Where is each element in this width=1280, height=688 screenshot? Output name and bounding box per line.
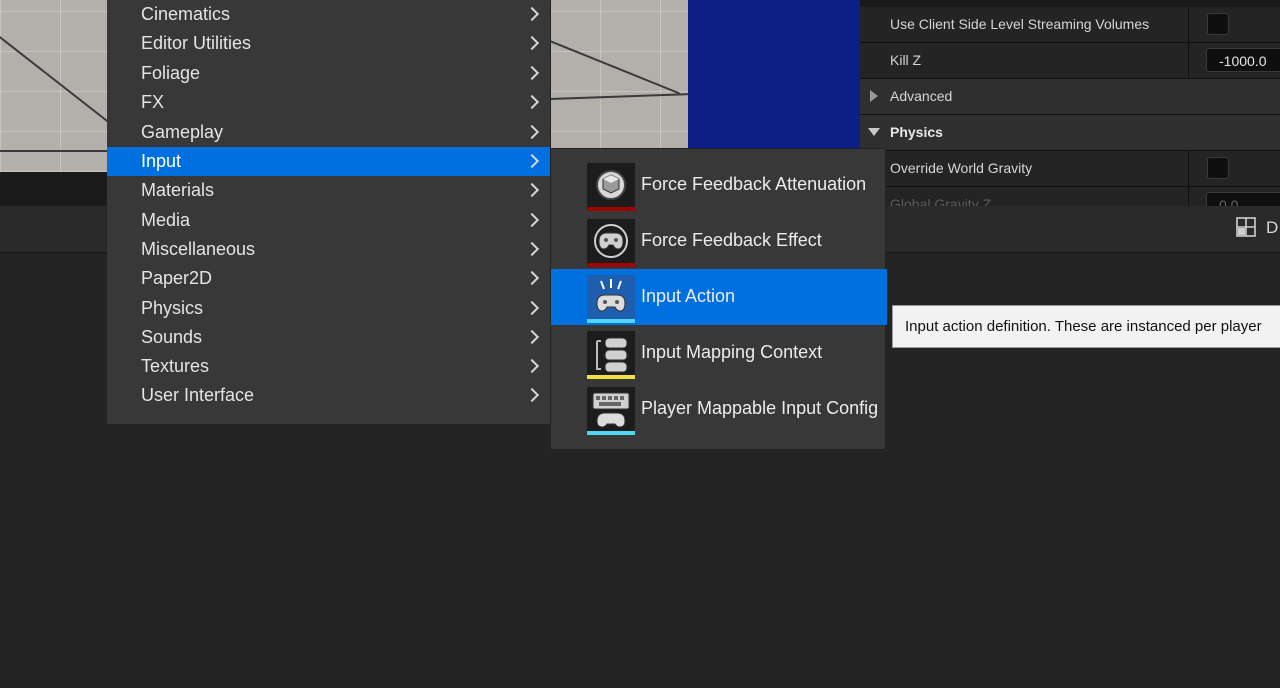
menu-item-label: Cinematics (141, 4, 231, 24)
submenu-item-label: Force Feedback Attenuation (641, 174, 867, 194)
chevron-right-icon (524, 270, 540, 286)
menu-item-label: Sounds (141, 327, 203, 347)
asset-type-color-bar (587, 207, 635, 211)
chevron-right-icon (524, 329, 540, 345)
viewport-edge-line (0, 150, 110, 152)
submenu-item-force-feedback-effect[interactable]: Force Feedback Effect (551, 213, 887, 269)
menu-item-editor-utilities[interactable]: Editor Utilities (107, 29, 550, 58)
menu-item-label: FX (141, 92, 165, 112)
menu-item-miscellaneous[interactable]: Miscellaneous (107, 235, 550, 264)
row-label: Global Gravity Z (890, 196, 992, 206)
input-submenu: Force Feedback Attenuation Force Feedbac… (550, 148, 887, 450)
menu-item-textures[interactable]: Textures (107, 352, 550, 381)
menu-item-input[interactable]: Input (107, 147, 550, 176)
gamepad-icon (587, 219, 635, 267)
menu-item-cinematics[interactable]: Cinematics (107, 0, 550, 29)
menu-item-foliage[interactable]: Foliage (107, 59, 550, 88)
submenu-item-force-feedback-attenuation[interactable]: Force Feedback Attenuation (551, 157, 887, 213)
column-divider[interactable] (1188, 43, 1189, 78)
row-label: Kill Z (890, 52, 922, 68)
collapse-arrow-icon[interactable] (868, 128, 880, 136)
chevron-right-icon (524, 212, 540, 228)
submenu-item-label: Force Feedback Effect (641, 230, 822, 250)
chevron-right-icon (524, 65, 540, 81)
chevron-right-icon (524, 153, 540, 169)
menu-item-label: Media (141, 210, 191, 230)
details-row-kill-z: Kill Z -1000.0 (860, 43, 1280, 79)
asset-type-color-bar (587, 375, 635, 379)
details-row-override-gravity: Override World Gravity (860, 151, 1280, 187)
row-label: Use Client Side Level Streaming Volumes (890, 16, 1150, 32)
chevron-right-icon (524, 182, 540, 198)
chevron-right-icon (524, 6, 540, 22)
gamepad-burst-icon (587, 275, 635, 323)
menu-item-label: Foliage (141, 63, 201, 83)
chevron-right-icon (524, 241, 540, 257)
chevron-right-icon (524, 94, 540, 110)
submenu-item-label: Player Mappable Input Config (641, 398, 879, 418)
chevron-right-icon (524, 387, 540, 403)
details-section-advanced[interactable]: Advanced (860, 79, 1280, 115)
menu-item-label: Materials (141, 180, 215, 200)
asset-type-color-bar (587, 263, 635, 267)
column-divider[interactable] (1188, 151, 1189, 186)
submenu-item-input-mapping-context[interactable]: Input Mapping Context (551, 325, 887, 381)
menu-item-sounds[interactable]: Sounds (107, 323, 550, 352)
expand-arrow-icon[interactable] (870, 90, 878, 102)
menu-item-user-interface[interactable]: User Interface (107, 381, 550, 410)
menu-item-label: Miscellaneous (141, 239, 256, 259)
layout-icon[interactable] (1236, 217, 1256, 237)
asset-type-color-bar (587, 431, 635, 435)
menu-item-materials[interactable]: Materials (107, 176, 550, 205)
chevron-right-icon (524, 124, 540, 140)
details-panel: Use Client Side Level Streaming Volumes … (860, 0, 1280, 206)
menu-item-label: Editor Utilities (141, 33, 252, 53)
kill-z-input[interactable]: -1000.0 (1206, 48, 1280, 72)
menu-item-label: Paper2D (141, 268, 213, 288)
row-label: Override World Gravity (890, 160, 1033, 176)
viewport-blue-volume (688, 0, 860, 172)
override-gravity-checkbox[interactable] (1207, 157, 1229, 179)
menu-item-fx[interactable]: FX (107, 88, 550, 117)
submenu-item-input-action[interactable]: Input Action (551, 269, 887, 325)
menu-item-physics[interactable]: Physics (107, 294, 550, 323)
sphere-cube-icon (587, 163, 635, 211)
column-divider[interactable] (1188, 187, 1189, 206)
menu-item-label: Input (141, 151, 182, 171)
chevron-right-icon (524, 35, 540, 51)
global-gravity-input[interactable]: 0.0 (1206, 192, 1280, 206)
client-streaming-checkbox[interactable] (1207, 13, 1229, 35)
submenu-item-player-mappable-input-config[interactable]: Player Mappable Input Config (551, 381, 887, 437)
column-divider[interactable] (1188, 7, 1189, 42)
stacked-gamepads-icon (587, 331, 635, 379)
section-label: Physics (890, 124, 943, 140)
section-label: Advanced (890, 88, 953, 104)
menu-item-label: Gameplay (141, 122, 224, 142)
asset-category-menu: Cinematics Editor Utilities Foliage FX G… (107, 0, 551, 425)
chevron-right-icon (524, 358, 540, 374)
toolbar-d-label[interactable]: D (1266, 218, 1278, 238)
tooltip-text: Input action definition. These are insta… (905, 318, 1262, 335)
menu-item-paper2d[interactable]: Paper2D (107, 264, 550, 293)
menu-item-label: Textures (141, 356, 210, 376)
menu-item-gameplay[interactable]: Gameplay (107, 118, 550, 147)
input-action-tooltip: Input action definition. These are insta… (892, 305, 1280, 348)
submenu-item-label: Input Mapping Context (641, 342, 823, 362)
details-row-global-gravity: Global Gravity Z 0.0 (860, 187, 1280, 206)
menu-item-media[interactable]: Media (107, 206, 550, 235)
details-section-physics[interactable]: Physics (860, 115, 1280, 151)
chevron-right-icon (524, 300, 540, 316)
asset-type-color-bar (587, 319, 635, 323)
details-row-client-streaming: Use Client Side Level Streaming Volumes (860, 7, 1280, 43)
keyboard-gamepad-icon (587, 387, 635, 435)
menu-item-label: Physics (141, 298, 204, 318)
menu-item-label: User Interface (141, 385, 255, 405)
submenu-item-label: Input Action (641, 286, 736, 306)
